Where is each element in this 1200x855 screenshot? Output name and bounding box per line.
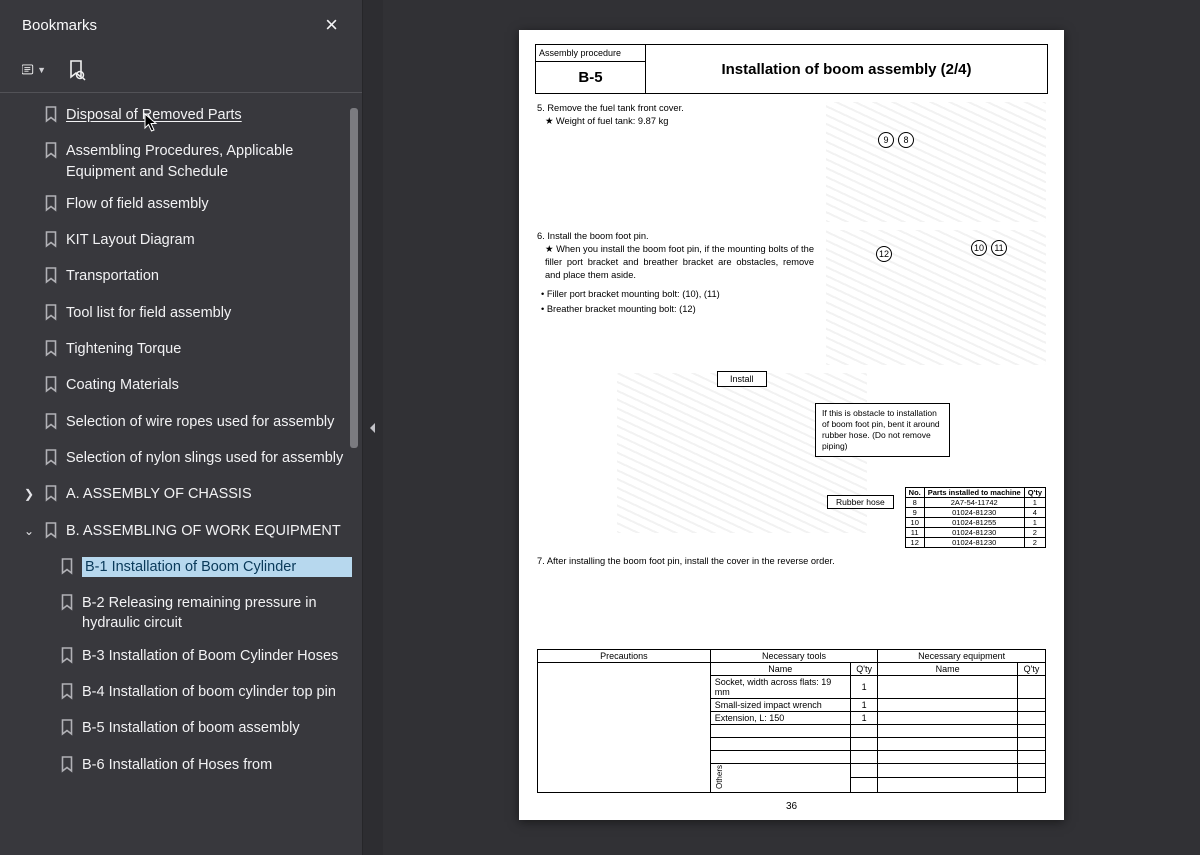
close-icon[interactable]: × <box>319 10 344 40</box>
bookmark-label: Disposal of Removed Parts <box>66 105 352 125</box>
bookmark-icon <box>44 195 58 218</box>
bookmark-icon <box>44 106 58 129</box>
bookmark-icon <box>60 683 74 706</box>
bookmark-label: B-2 Releasing remaining pressure in hydr… <box>82 593 352 634</box>
step6-sub: ★ When you install the boom foot pin, if… <box>537 243 818 282</box>
bookmarks-sidebar: Bookmarks × ▼ Disposal of Removed Parts A… <box>0 0 363 855</box>
bookmark-item[interactable]: Transportation <box>0 260 362 296</box>
step5-text: 5. Remove the fuel tank front cover. <box>537 103 684 113</box>
bookmark-item[interactable]: Selection of nylon slings used for assem… <box>0 442 362 478</box>
bookmark-item[interactable]: ❯ A. ASSEMBLY OF CHASSIS <box>0 478 362 514</box>
page-body: 5. Remove the fuel tank front cover. ★ W… <box>535 94 1048 797</box>
sidebar-title: Bookmarks <box>22 17 97 34</box>
step5-sub: ★ Weight of fuel tank: 9.87 kg <box>537 115 818 128</box>
bookmark-label: Tool list for field assembly <box>66 303 352 323</box>
bookmark-item[interactable]: B-4 Installation of boom cylinder top pi… <box>0 676 362 712</box>
sidebar-header: Bookmarks × <box>0 0 362 52</box>
procedure-label: Assembly procedure <box>536 45 645 62</box>
bookmark-item[interactable]: Selection of wire ropes used for assembl… <box>0 406 362 442</box>
bookmark-item[interactable]: Flow of field assembly <box>0 188 362 224</box>
bookmark-icon <box>44 142 58 165</box>
bookmark-item[interactable]: B-3 Installation of Boom Cylinder Hoses <box>0 640 362 676</box>
bookmark-item[interactable]: Assembling Procedures, Applicable Equipm… <box>0 135 362 188</box>
step6-text: 6. Install the boom foot pin. <box>537 231 649 241</box>
pdf-page: Assembly procedure B-5 Installation of b… <box>519 30 1064 820</box>
bookmark-icon <box>44 413 58 436</box>
bookmark-icon <box>44 340 58 363</box>
callout-9: 9 <box>878 132 894 148</box>
bookmark-item[interactable]: ⌄ B. ASSEMBLING OF WORK EQUIPMENT <box>0 515 362 551</box>
bookmark-icon <box>60 647 74 670</box>
bookmark-item[interactable]: B-6 Installation of Hoses from <box>0 749 362 785</box>
bookmark-icon <box>60 594 74 617</box>
bookmark-label: Selection of wire ropes used for assembl… <box>66 412 352 432</box>
bookmark-icon <box>60 558 74 581</box>
page-title: Installation of boom assembly (2/4) <box>646 45 1047 93</box>
install-label: Install <box>717 371 767 387</box>
bookmark-label: KIT Layout Diagram <box>66 230 352 250</box>
options-icon[interactable]: ▼ <box>22 58 46 82</box>
bookmark-icon <box>44 267 58 290</box>
sidebar-toolbar: ▼ <box>0 52 362 93</box>
scrollbar-thumb[interactable] <box>350 108 358 448</box>
bookmark-label: B-3 Installation of Boom Cylinder Hoses <box>82 646 352 666</box>
step-5: 5. Remove the fuel tank front cover. ★ W… <box>537 102 1046 222</box>
bookmark-item[interactable]: B-1 Installation of Boom Cylinder <box>0 551 362 587</box>
page-header-table: Assembly procedure B-5 Installation of b… <box>535 44 1048 94</box>
bookmark-label: B. ASSEMBLING OF WORK EQUIPMENT <box>66 521 352 541</box>
document-viewer[interactable]: Assembly procedure B-5 Installation of b… <box>383 0 1200 855</box>
expand-icon[interactable]: ⌄ <box>22 523 36 540</box>
bookmark-item[interactable]: B-2 Releasing remaining pressure in hydr… <box>0 587 362 640</box>
bookmark-label: Assembling Procedures, Applicable Equipm… <box>66 141 352 182</box>
procedure-code: B-5 <box>536 62 645 93</box>
bookmark-list[interactable]: Disposal of Removed Parts Assembling Proc… <box>0 93 362 855</box>
bookmark-label: B-4 Installation of boom cylinder top pi… <box>82 682 352 702</box>
bookmark-item[interactable]: B-5 Installation of boom assembly <box>0 712 362 748</box>
step6-b1: • Filler port bracket mounting bolt: (10… <box>537 288 818 301</box>
find-bookmark-icon[interactable] <box>64 58 88 82</box>
bookmark-icon <box>44 485 58 508</box>
expand-icon[interactable]: ❯ <box>22 486 36 503</box>
bookmark-icon <box>44 449 58 472</box>
bookmark-icon <box>44 231 58 254</box>
bookmark-label: Tightening Torque <box>66 339 352 359</box>
callout-10: 10 <box>971 240 987 256</box>
bookmark-item[interactable]: KIT Layout Diagram <box>0 224 362 260</box>
rubber-hose-label: Rubber hose <box>827 495 894 509</box>
step-6: 6. Install the boom foot pin. ★ When you… <box>537 230 1046 365</box>
install-figure-row: Install If this is obstacle to installat… <box>537 373 1046 548</box>
bookmark-label: Transportation <box>66 266 352 286</box>
bookmark-item[interactable]: Tightening Torque <box>0 333 362 369</box>
step6-figure: 12 10 11 <box>826 230 1046 365</box>
bookmark-label: A. ASSEMBLY OF CHASSIS <box>66 484 352 504</box>
bookmark-item[interactable]: Disposal of Removed Parts <box>0 99 362 135</box>
bookmark-label: Coating Materials <box>66 375 352 395</box>
caret-down-icon: ▼ <box>37 65 46 75</box>
precautions-tools-table: PrecautionsNecessary toolsNecessary equi… <box>537 649 1046 793</box>
bookmark-label: B-5 Installation of boom assembly <box>82 718 352 738</box>
step6-b2: • Breather bracket mounting bolt: (12) <box>537 303 818 316</box>
bookmark-label: Selection of nylon slings used for assem… <box>66 448 352 468</box>
callout-8: 8 <box>898 132 914 148</box>
bookmark-label: B-6 Installation of Hoses from <box>82 755 352 775</box>
bookmark-icon <box>44 376 58 399</box>
bookmark-label: Flow of field assembly <box>66 194 352 214</box>
page-number: 36 <box>535 801 1048 812</box>
callout-12: 12 <box>876 246 892 262</box>
bookmark-item[interactable]: Tool list for field assembly <box>0 297 362 333</box>
parts-table: No.Parts installed to machineQ'ty82A7-54… <box>905 487 1046 548</box>
bookmark-label: B-1 Installation of Boom Cylinder <box>82 557 352 577</box>
bookmark-icon <box>60 719 74 742</box>
bookmark-icon <box>44 304 58 327</box>
step7-text: 7. After installing the boom foot pin, i… <box>537 556 1046 566</box>
collapse-sidebar-handle[interactable] <box>363 0 383 855</box>
note-box: If this is obstacle to installation of b… <box>815 403 950 457</box>
step5-figure: 9 8 <box>826 102 1046 222</box>
bookmark-icon <box>60 756 74 779</box>
bookmark-item[interactable]: Coating Materials <box>0 369 362 405</box>
callout-11: 11 <box>991 240 1007 256</box>
bookmark-icon <box>44 522 58 545</box>
